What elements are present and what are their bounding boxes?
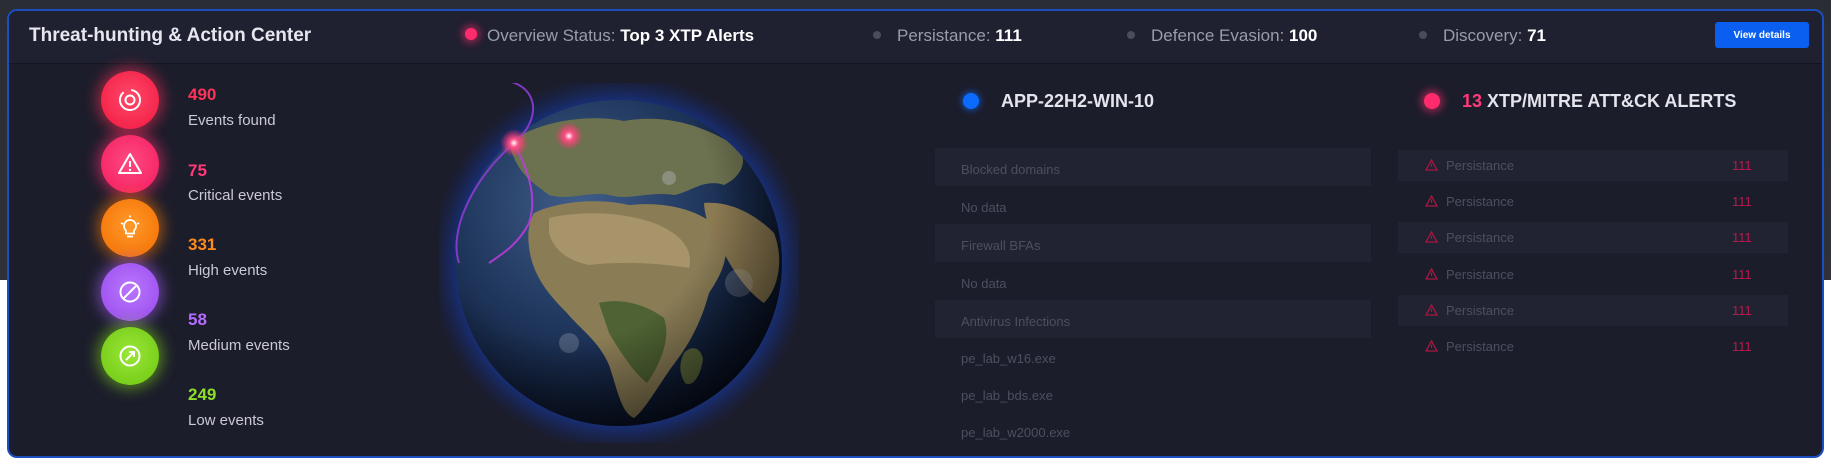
warning-icon — [1425, 159, 1438, 171]
attack-hotspot — [500, 129, 528, 157]
alert-value: 111 — [1732, 230, 1752, 245]
threat-globe — [429, 73, 809, 453]
panel-header: Threat-hunting & Action Center Overview … — [9, 11, 1822, 64]
alerts-heading: 13 XTP/MITRE ATT&CK ALERTS — [1424, 91, 1736, 112]
firewall-bfas-row: Firewall BFAs — [935, 224, 1371, 262]
alert-row[interactable]: Persistance 111 — [1398, 259, 1788, 290]
warning-icon — [1425, 268, 1438, 280]
stat-dot — [873, 31, 881, 39]
alerts-count: 13 — [1462, 91, 1483, 111]
infection-file: pe_lab_w16.exe — [935, 338, 1371, 375]
alert-label: Persistance — [1446, 230, 1514, 245]
antivirus-infections-row: Antivirus Infections — [935, 300, 1371, 338]
alert-label: Persistance — [1446, 303, 1514, 318]
alert-row[interactable]: Persistance 111 — [1398, 295, 1788, 326]
infection-file: pe_lab_w2000.exe — [935, 412, 1371, 449]
stat-discovery: Discovery: 71 — [1419, 26, 1546, 46]
warning-icon — [1425, 340, 1438, 352]
medium-events-label: Medium events — [188, 337, 290, 354]
low-events-count: 249 — [188, 385, 217, 404]
lightbulb-icon — [101, 199, 159, 257]
alert-label: Persistance — [1446, 339, 1514, 354]
row-value: No data — [961, 200, 1007, 215]
stat-label: Persistance: — [897, 26, 991, 45]
host-name: APP-22H2-WIN-10 — [1001, 91, 1155, 111]
stat-value: 100 — [1288, 26, 1318, 45]
warning-icon — [1425, 195, 1438, 207]
host-heading: APP-22H2-WIN-10 — [963, 91, 1154, 112]
arrow-up-right-icon — [101, 327, 159, 385]
warning-icon — [1425, 231, 1438, 243]
overview-status-dot — [465, 28, 477, 40]
alert-value: 111 — [1732, 267, 1752, 282]
events-found-count: 490 — [188, 85, 217, 104]
stat-label: Discovery: — [1443, 26, 1523, 45]
stat-label: Defence Evasion: — [1151, 26, 1285, 45]
stat-dot — [1419, 31, 1427, 39]
row-label: Firewall BFAs — [961, 238, 1041, 253]
high-events-label: High events — [188, 262, 268, 279]
blocked-domains-row: Blocked domains — [935, 148, 1371, 186]
infection-file: pe_lab_bds.exe — [935, 375, 1371, 412]
alert-label: Persistance — [1446, 267, 1514, 282]
alert-row[interactable]: Persistance 111 — [1398, 222, 1788, 253]
overview-status-label: Overview Status: — [487, 26, 616, 45]
row-label: Blocked domains — [961, 162, 1060, 177]
warning-icon — [101, 135, 159, 193]
alert-row[interactable]: Persistance 111 — [1398, 331, 1788, 362]
alert-row[interactable]: Persistance 111 — [1398, 150, 1788, 181]
row-label: Antivirus Infections — [961, 314, 1071, 329]
attack-hotspot — [555, 122, 583, 150]
low-events-label: Low events — [188, 412, 264, 429]
warning-icon — [1425, 304, 1438, 316]
stat-persistance: Persistance: 111 — [873, 26, 1022, 46]
target-icon — [101, 71, 159, 129]
events-found-label: Events found — [188, 112, 276, 129]
firewall-bfas-value: No data — [935, 262, 1371, 300]
threat-hunting-panel: Threat-hunting & Action Center Overview … — [7, 9, 1824, 458]
alerts-title: XTP/MITRE ATT&CK ALERTS — [1487, 91, 1737, 111]
row-value: pe_lab_bds.exe — [961, 388, 1053, 403]
alerts-status-dot — [1424, 93, 1440, 109]
row-value: pe_lab_w16.exe — [961, 351, 1056, 366]
stat-value: 111 — [995, 26, 1022, 45]
alert-label: Persistance — [1446, 158, 1514, 173]
overview-status-value: Top 3 XTP Alerts — [620, 26, 755, 45]
stat-dot — [1127, 31, 1135, 39]
stat-defence-evasion: Defence Evasion: 100 — [1127, 26, 1317, 46]
critical-events-count: 75 — [188, 161, 207, 180]
row-value: pe_lab_w2000.exe — [961, 425, 1071, 440]
overview-status: Overview Status: Top 3 XTP Alerts — [465, 26, 754, 46]
alert-value: 111 — [1732, 339, 1752, 354]
panel-title: Threat-hunting & Action Center — [29, 25, 312, 46]
high-events-count: 331 — [188, 235, 217, 254]
blocked-domains-value: No data — [935, 186, 1371, 224]
alert-value: 111 — [1732, 303, 1752, 318]
alert-value: 111 — [1732, 158, 1752, 173]
medium-events-count: 58 — [188, 310, 207, 329]
alert-value: 111 — [1732, 194, 1752, 209]
stat-value: 71 — [1527, 26, 1547, 45]
alert-label: Persistance — [1446, 194, 1514, 209]
host-status-dot — [963, 93, 979, 109]
blocked-icon — [101, 263, 159, 321]
row-value: No data — [961, 276, 1007, 291]
alert-row[interactable]: Persistance 111 — [1398, 186, 1788, 217]
critical-events-label: Critical events — [188, 187, 283, 204]
view-details-button[interactable]: View details — [1715, 22, 1809, 48]
